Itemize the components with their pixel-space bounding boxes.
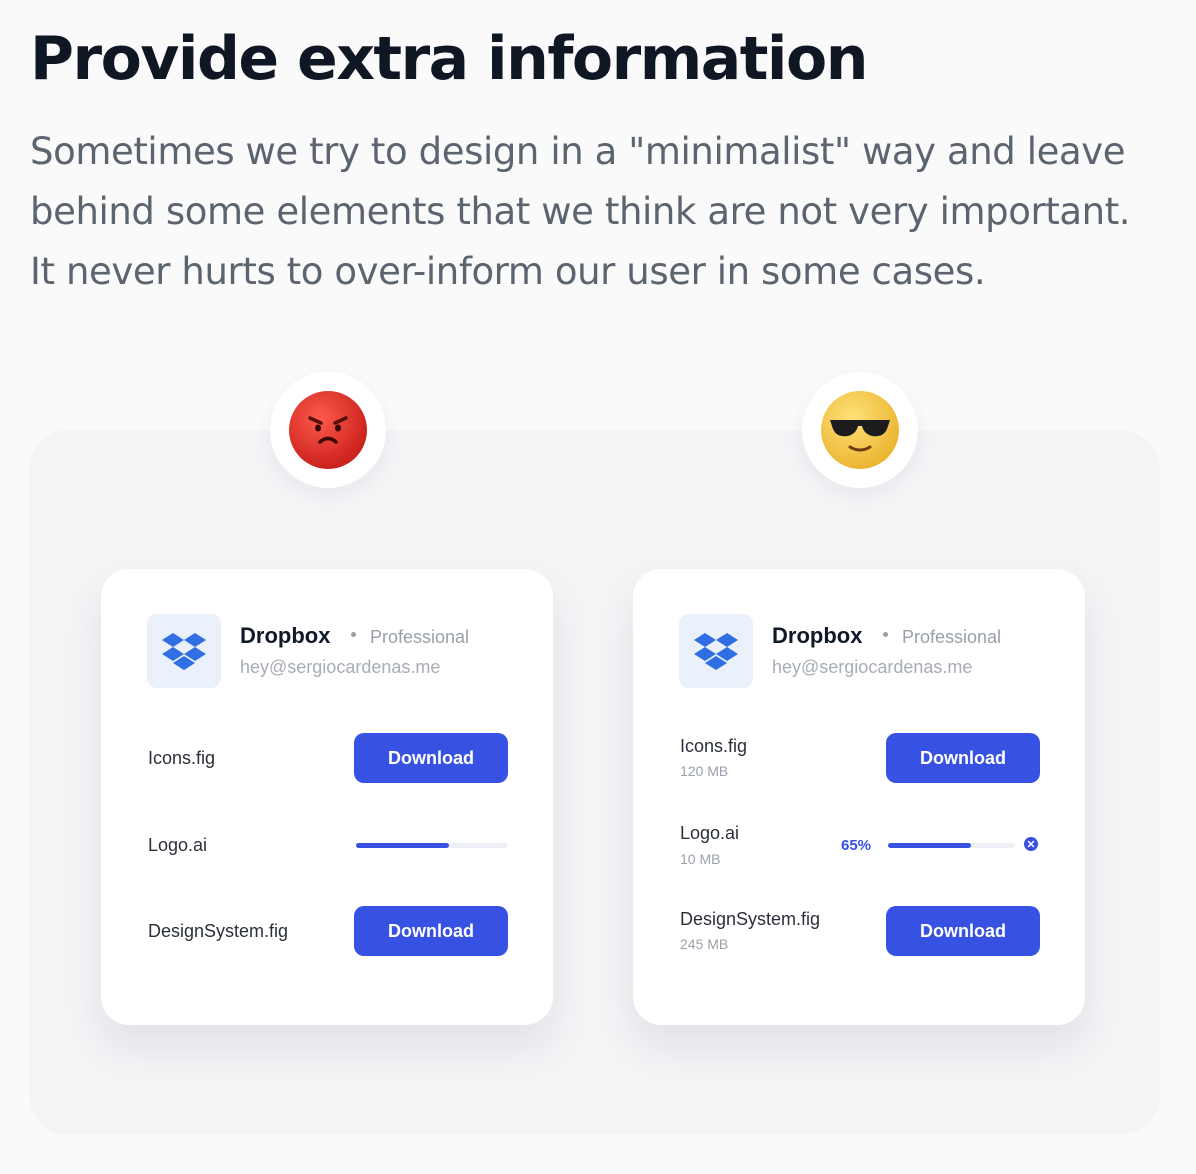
- plan-label: Professional: [370, 627, 470, 647]
- account-email: hey@sergiocardenas.me: [772, 657, 973, 677]
- intro-line: behind some elements that we think are n…: [30, 190, 1131, 233]
- download-button[interactable]: Download: [354, 733, 508, 783]
- progress-bar: [888, 843, 1015, 848]
- file-name: DesignSystem.fig: [680, 909, 821, 929]
- app-name: Dropbox: [240, 623, 331, 648]
- file-name: Icons.fig: [148, 748, 216, 768]
- progress-fill: [888, 843, 971, 848]
- progress-fill: [356, 843, 449, 848]
- dropbox-logo-icon: [147, 614, 221, 688]
- file-name: Icons.fig: [680, 736, 748, 756]
- headline: Provide extra information: [30, 24, 868, 94]
- account-email: hey@sergiocardenas.me: [240, 657, 441, 677]
- file-name: DesignSystem.fig: [148, 921, 289, 941]
- cancel-upload-icon[interactable]: [1024, 837, 1038, 851]
- sunglasses-face-icon: [802, 372, 918, 488]
- download-button[interactable]: Download: [886, 906, 1040, 956]
- file-size: 10 MB: [680, 851, 721, 867]
- plan-label: Professional: [902, 627, 1002, 647]
- file-name: Logo.ai: [680, 823, 740, 843]
- card-informative: Dropbox Professional hey@sergiocardenas.…: [633, 569, 1085, 1025]
- progress-bar: [356, 843, 508, 848]
- intro-text: Sometimes we try to design in a "minimal…: [30, 122, 1160, 302]
- download-button[interactable]: Download: [886, 733, 1040, 783]
- dropbox-logo-icon: [679, 614, 753, 688]
- download-button[interactable]: Download: [354, 906, 508, 956]
- intro-line: It never hurts to over-inform our user i…: [30, 250, 986, 293]
- angry-face-icon: [270, 372, 386, 488]
- file-size: 120 MB: [680, 763, 729, 779]
- file-size: 245 MB: [680, 936, 729, 952]
- separator-dot: [883, 632, 888, 637]
- file-name: Logo.ai: [148, 835, 208, 855]
- intro-line: Sometimes we try to design in a "minimal…: [30, 130, 1126, 173]
- separator-dot: [351, 632, 356, 637]
- progress-percent: 65%: [841, 837, 872, 854]
- app-name: Dropbox: [772, 623, 863, 648]
- card-minimal: Dropbox Professional hey@sergiocardenas.…: [101, 569, 553, 1025]
